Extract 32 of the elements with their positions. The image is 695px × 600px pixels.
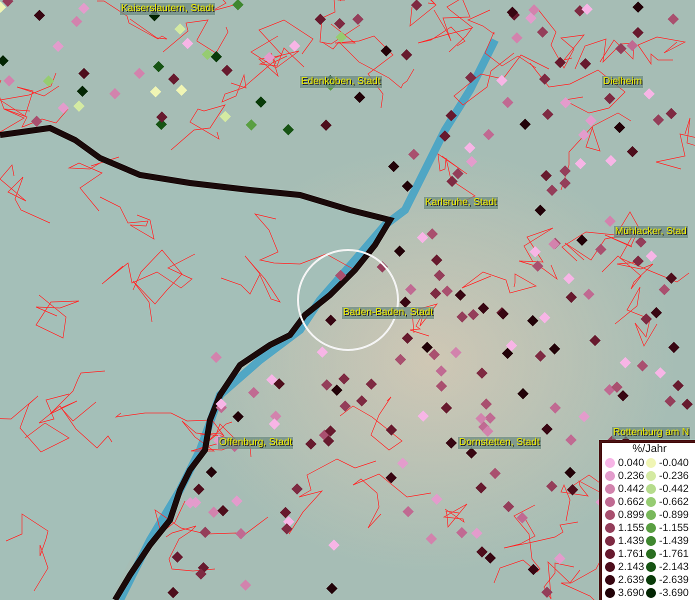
legend-title: %/Jahr bbox=[631, 443, 668, 456]
legend-value: -1.155 bbox=[659, 522, 689, 534]
legend-value: 2.143 bbox=[618, 560, 644, 572]
legend-value: 0.040 bbox=[618, 456, 644, 468]
place-label: Edenkoben, Stadt bbox=[300, 76, 382, 88]
legend-value: 0.662 bbox=[618, 496, 644, 508]
place-label: Dielheim bbox=[602, 76, 643, 88]
legend-value: -1.761 bbox=[659, 548, 689, 560]
legend-value: -1.439 bbox=[659, 534, 689, 546]
legend-value: 0.236 bbox=[618, 470, 644, 482]
legend-value: -0.662 bbox=[659, 496, 689, 508]
legend-value: -0.442 bbox=[659, 482, 689, 494]
legend-value: 1.439 bbox=[618, 534, 644, 546]
legend-value: -0.899 bbox=[659, 508, 689, 520]
legend-value: 0.442 bbox=[618, 482, 644, 494]
legend-value: 3.690 bbox=[618, 586, 644, 598]
place-label: Mühlacker, Stad bbox=[614, 226, 688, 238]
place-label: Baden-Baden, Stadt bbox=[342, 307, 434, 319]
legend-value: 1.761 bbox=[618, 548, 644, 560]
legend-value: -2.143 bbox=[659, 560, 689, 572]
legend-value: 0.899 bbox=[618, 508, 644, 520]
place-label: Kaiserslautern, Stadt bbox=[120, 3, 215, 15]
legend-value: 1.155 bbox=[618, 522, 644, 534]
legend-value: -0.236 bbox=[659, 470, 689, 482]
place-label: Rottenburg am N bbox=[612, 427, 690, 439]
place-label: Dornstetten, Stadt bbox=[458, 437, 541, 449]
legend-value: -0.040 bbox=[659, 456, 689, 468]
legend-value: -3.690 bbox=[659, 586, 689, 598]
legend-value: 2.639 bbox=[618, 574, 644, 586]
place-label: Karlsruhe, Stadt bbox=[424, 197, 498, 209]
place-label: Offenburg, Stadt bbox=[218, 437, 294, 449]
legend-value: -2.639 bbox=[659, 574, 689, 586]
